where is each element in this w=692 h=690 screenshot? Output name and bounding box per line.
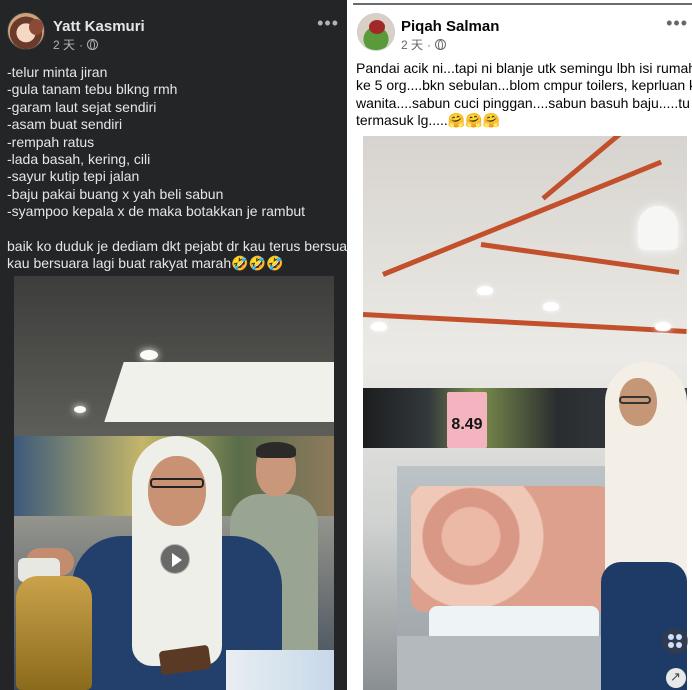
price-sign-text: 8.49 xyxy=(451,416,483,433)
dot xyxy=(668,642,674,648)
left-post-text: -telur minta jiran -gula tanam tebu blkn… xyxy=(7,64,347,272)
post-line: ke 5 org....bkn sebulan...blom cmpur toi… xyxy=(356,77,692,94)
post-line: -lada basah, kering, cili xyxy=(7,151,151,168)
globe-icon xyxy=(435,39,447,50)
right-post-time[interactable]: 2 天 xyxy=(401,36,423,53)
red-beam xyxy=(382,159,663,277)
red-beam xyxy=(363,312,687,334)
more-options-icon[interactable]: ••• xyxy=(666,14,688,32)
top-border xyxy=(353,3,692,5)
expand-icon[interactable] xyxy=(666,668,686,688)
ceiling-light xyxy=(655,322,671,331)
post-line: -sayur kutip tepi jalan xyxy=(7,168,140,185)
post-line: -syampoo kepala x de maka botakkan je ra… xyxy=(7,203,306,220)
cooking-oil-bottle xyxy=(16,576,92,690)
dot xyxy=(676,634,682,640)
collage-icon[interactable] xyxy=(662,628,688,654)
globe-icon xyxy=(87,39,99,50)
ceiling-light xyxy=(371,322,387,331)
post-line: kau bersuara lagi buat rakyat marah🤣🤣🤣 xyxy=(7,255,284,272)
ceiling-lamp xyxy=(140,350,158,360)
left-post-header: Yatt Kasmuri 2 天 · ••• xyxy=(0,0,347,56)
right-author-name[interactable]: Piqah Salman xyxy=(401,18,499,35)
left-post-meta: 2 天 · xyxy=(53,36,99,53)
right-post-photo[interactable]: 8.49 xyxy=(363,136,687,690)
post-line: termasuk lg.....🤗🤗🤗 xyxy=(356,112,501,129)
post-line: -telur minta jiran xyxy=(7,64,108,80)
post-line: -baju pakai buang x yah beli sabun xyxy=(7,185,224,202)
dot xyxy=(676,642,682,648)
post-line: -asam buat sendiri xyxy=(7,116,123,133)
right-post-text: Pandai acik ni...tapi ni blanje utk semi… xyxy=(356,60,692,130)
ceiling-light xyxy=(543,302,559,311)
rice-bag xyxy=(226,650,334,690)
more-options-icon[interactable]: ••• xyxy=(317,14,339,32)
dot xyxy=(668,634,674,640)
right-post-meta: 2 天 · xyxy=(401,36,447,53)
post-line: -gula tanam tebu blkng rmh xyxy=(7,81,178,98)
left-post-video[interactable] xyxy=(14,276,334,690)
face xyxy=(148,456,206,526)
glasses xyxy=(150,478,204,488)
ceiling-lamp xyxy=(74,406,86,413)
play-icon[interactable] xyxy=(160,544,190,574)
post-line: Pandai acik ni...tapi ni blanje utk semi… xyxy=(356,60,692,76)
post-line: -rempah ratus xyxy=(7,133,95,150)
chicken-display xyxy=(411,486,611,612)
ceiling-light xyxy=(477,286,493,295)
right-meta-separator: · xyxy=(427,37,432,52)
left-post: Yatt Kasmuri 2 天 · ••• -telur minta jira… xyxy=(0,0,347,690)
post-line: wanita....sabun cuci pinggan....sabun ba… xyxy=(356,94,692,111)
left-post-time[interactable]: 2 天 xyxy=(53,36,75,53)
right-author-avatar[interactable] xyxy=(357,13,395,51)
hanging-lamp xyxy=(638,206,678,250)
post-line: baik ko duduk je dediam dkt pejabt dr ka… xyxy=(7,237,347,254)
left-meta-separator: · xyxy=(79,37,84,52)
post-line: -garam laut sejat sendiri xyxy=(7,98,157,115)
left-author-avatar[interactable] xyxy=(7,12,45,50)
left-author-name[interactable]: Yatt Kasmuri xyxy=(53,18,145,35)
skylight xyxy=(104,362,334,422)
right-post: Piqah Salman 2 天 · ••• Pandai acik ni...… xyxy=(353,0,692,690)
glasses xyxy=(619,396,651,404)
